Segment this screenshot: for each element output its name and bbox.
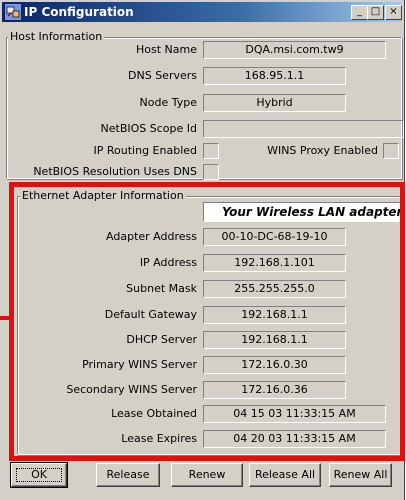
- lease-expires-field: 04 20 03 11:33:15 AM: [203, 430, 386, 448]
- primary-wins-field: 172.16.0.30: [203, 356, 346, 374]
- netbios-dns-label: NetBIOS Resolution Uses DNS: [33, 165, 197, 178]
- ip-address-field: 192.168.1.101: [203, 254, 346, 272]
- dhcp-server-label: DHCP Server: [126, 333, 197, 346]
- primary-wins-label: Primary WINS Server: [82, 358, 197, 371]
- subnet-mask-label: Subnet Mask: [126, 282, 197, 295]
- netbios-dns-checkbox: [203, 164, 219, 180]
- release-all-button[interactable]: Release All: [249, 463, 321, 487]
- dns-servers-field: 168.95.1.1: [203, 67, 346, 85]
- wins-proxy-label: WINS Proxy Enabled: [267, 144, 378, 157]
- highlight-pointer: [0, 316, 10, 320]
- netbios-scope-label: NetBIOS Scope Id: [100, 122, 197, 135]
- title-bar[interactable]: IP Configuration _ □ ×: [2, 2, 402, 22]
- network-icon: [5, 4, 21, 20]
- default-gateway-field: 192.168.1.1: [203, 306, 346, 324]
- ip-config-window: IP Configuration _ □ × Host Information …: [0, 0, 405, 500]
- ip-routing-label: IP Routing Enabled: [93, 144, 198, 157]
- ip-routing-checkbox: [203, 143, 219, 159]
- renew-button[interactable]: Renew: [171, 463, 243, 487]
- lease-obtained-field: 04 15 03 11:33:15 AM: [203, 405, 386, 423]
- lease-expires-label: Lease Expires: [121, 432, 197, 445]
- maximize-button[interactable]: □: [367, 5, 384, 20]
- node-type-label: Node Type: [139, 96, 197, 109]
- subnet-mask-field: 255.255.255.0: [203, 280, 346, 298]
- secondary-wins-field: 172.16.0.36: [203, 381, 346, 399]
- adapter-address-label: Adapter Address: [106, 230, 197, 243]
- release-button[interactable]: Release: [96, 463, 160, 487]
- node-type-field: Hybrid: [203, 94, 346, 112]
- renew-all-button[interactable]: Renew All: [329, 463, 392, 487]
- dns-servers-label: DNS Servers: [128, 69, 197, 82]
- host-name-field: DQA.msi.com.tw9: [203, 41, 386, 59]
- lease-obtained-label: Lease Obtained: [111, 407, 197, 420]
- wins-proxy-checkbox: [383, 143, 399, 159]
- window-title: IP Configuration: [24, 5, 134, 19]
- close-button[interactable]: ×: [385, 5, 402, 20]
- host-info-group-label: Host Information: [8, 30, 105, 43]
- ip-address-label: IP Address: [139, 256, 197, 269]
- netbios-scope-field: [203, 120, 404, 138]
- default-gateway-label: Default Gateway: [104, 308, 197, 321]
- ok-button[interactable]: OK: [10, 462, 68, 488]
- adapter-select[interactable]: Your Wireless LAN adapter n: [203, 202, 404, 222]
- adapter-info-group-label: Ethernet Adapter Information: [20, 189, 186, 202]
- secondary-wins-label: Secondary WINS Server: [66, 383, 197, 396]
- host-name-label: Host Name: [136, 43, 197, 56]
- minimize-button[interactable]: _: [351, 5, 368, 20]
- ok-focus-ring: [16, 468, 62, 482]
- adapter-address-field: 00-10-DC-68-19-10: [203, 228, 346, 246]
- dhcp-server-field: 192.168.1.1: [203, 331, 346, 349]
